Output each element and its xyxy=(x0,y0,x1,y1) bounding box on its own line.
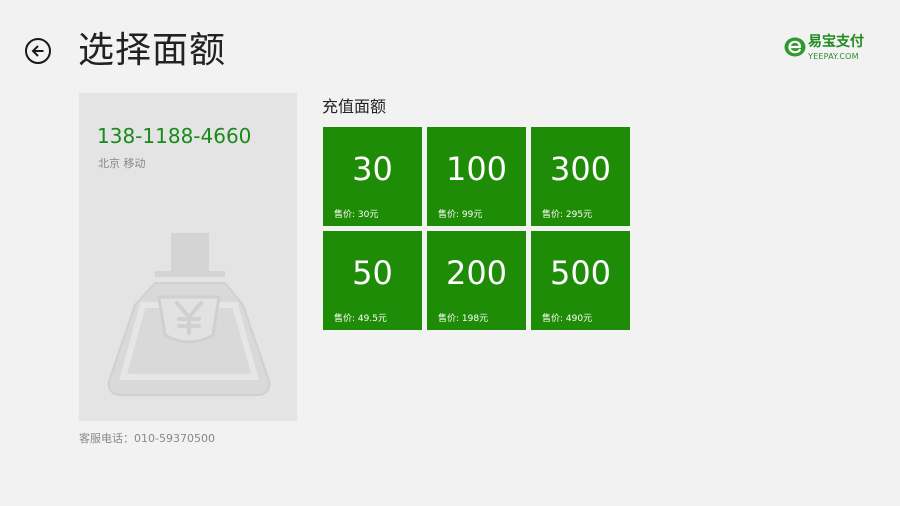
tile-amount: 500 xyxy=(549,254,612,292)
amount-tile-30[interactable]: 30 售价: 30元 xyxy=(323,127,422,226)
back-button[interactable] xyxy=(25,38,51,64)
carrier-label: 北京 移动 xyxy=(98,157,146,170)
amount-tile-300[interactable]: 300 售价: 295元 xyxy=(531,127,630,226)
amount-tile-200[interactable]: 200 售价: 198元 xyxy=(427,231,526,330)
tile-amount: 30 xyxy=(352,150,393,188)
amount-tile-500[interactable]: 500 售价: 490元 xyxy=(531,231,630,330)
account-card: 138-1188-4660 北京 移动 xyxy=(79,93,297,421)
arrow-left-icon xyxy=(31,45,44,57)
tile-amount: 100 xyxy=(445,150,508,188)
tile-price: 售价: 49.5元 xyxy=(334,314,387,324)
page-title: 选择面额 xyxy=(78,30,227,71)
tile-amount: 200 xyxy=(445,254,508,292)
tile-price: 售价: 198元 xyxy=(438,314,489,324)
section-title: 充值面额 xyxy=(322,97,387,116)
brand-domain: YEEPAY.COM xyxy=(808,52,859,61)
yeepay-logo: 易宝支付 YEEPAY.COM xyxy=(784,34,876,64)
tile-amount: 300 xyxy=(549,150,612,188)
recharge-page: 选择面额 易宝支付 YEEPAY.COM 138-1188-4660 北京 移动… xyxy=(0,0,900,506)
tile-amount: 50 xyxy=(352,254,393,292)
brand-name: 易宝支付 xyxy=(808,34,864,50)
amount-tile-50[interactable]: 50 售价: 49.5元 xyxy=(323,231,422,330)
tile-price: 售价: 99元 xyxy=(438,210,483,220)
yeepay-logo-icon xyxy=(784,37,806,57)
tile-price: 售价: 490元 xyxy=(542,314,593,324)
amount-tile-100[interactable]: 100 售价: 99元 xyxy=(427,127,526,226)
customer-service-hotline: 客服电话：010-59370500 xyxy=(79,432,215,445)
money-bag-icon xyxy=(107,233,271,396)
tile-price: 售价: 295元 xyxy=(542,210,593,220)
phone-number: 138-1188-4660 xyxy=(97,124,252,148)
tile-price: 售价: 30元 xyxy=(334,210,379,220)
